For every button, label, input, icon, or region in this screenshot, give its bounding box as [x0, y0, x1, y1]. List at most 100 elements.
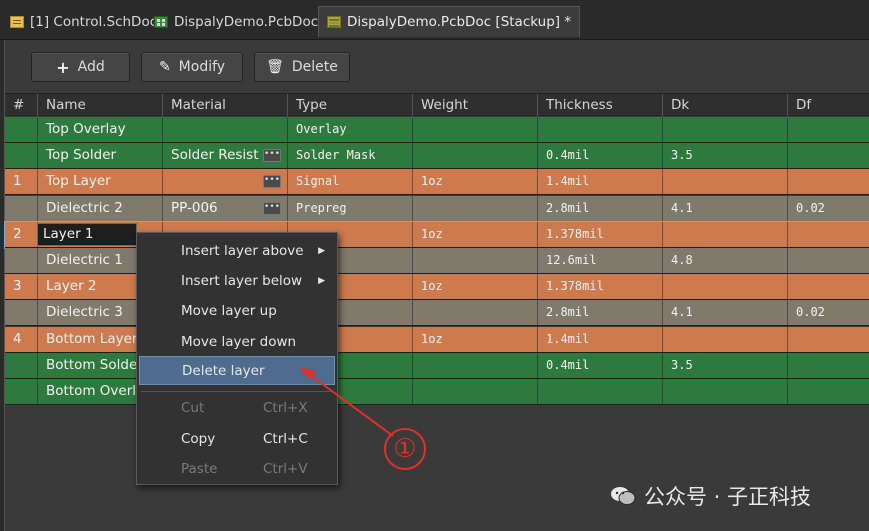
name-edit-field[interactable]: Layer 1 [37, 222, 137, 246]
cell-type[interactable]: Solder Mask [287, 143, 412, 169]
cell-dk[interactable] [662, 117, 787, 142]
cell-number[interactable] [5, 248, 37, 273]
cell-number[interactable] [5, 379, 37, 404]
column-header-number[interactable]: # [5, 94, 37, 117]
delete-button[interactable]: 🗑 Delete [254, 52, 350, 82]
cell-df[interactable] [787, 143, 869, 169]
cell-df[interactable] [787, 352, 869, 378]
cell-type[interactable]: Overlay [287, 117, 412, 142]
cell-dk[interactable] [662, 221, 787, 247]
cell-thickness[interactable]: 2.8mil [537, 195, 662, 221]
cell-number[interactable]: 3 [5, 274, 37, 299]
cell-dk[interactable]: 4.8 [662, 248, 787, 273]
table-row[interactable]: 4 Bottom Layer 1oz 1.4mil [5, 326, 869, 353]
cell-type[interactable]: Signal [287, 169, 412, 195]
menu-item-move-layer-up[interactable]: Move layer up [139, 297, 335, 326]
cell-thickness[interactable]: 2.8mil [537, 300, 662, 326]
cell-thickness[interactable]: 0.4mil [537, 352, 662, 378]
cell-df[interactable] [787, 221, 869, 247]
tab-pcbdoc[interactable]: DispalyDemo.PcbDoc * [146, 6, 337, 37]
cell-thickness[interactable]: 1.378mil [537, 221, 662, 247]
tab-pcbdoc-stackup[interactable]: DispalyDemo.PcbDoc [Stackup] * [318, 6, 581, 37]
table-row[interactable]: 2Layer 11oz1.378milLayer 1 [4, 220, 869, 249]
menu-item-insert-layer-below[interactable]: Insert layer below ▶ [139, 267, 335, 296]
column-header-material[interactable]: Material [162, 94, 287, 117]
cell-type[interactable]: Prepreg [287, 195, 412, 221]
cell-weight[interactable]: 1oz [412, 274, 537, 300]
cell-thickness[interactable]: 0.4mil [537, 143, 662, 169]
cell-number[interactable] [5, 143, 37, 168]
menu-item-copy[interactable]: Copy Ctrl+C [139, 425, 335, 454]
cell-df[interactable] [787, 274, 869, 300]
table-row[interactable]: Top Overlay Overlay [5, 117, 869, 143]
cell-df[interactable]: 0.02 [787, 300, 869, 326]
table-row[interactable]: Bottom SolderMask0.4mil3.5 [5, 352, 869, 379]
column-header-weight[interactable]: Weight [412, 94, 537, 117]
cell-df[interactable]: 0.02 [787, 195, 869, 221]
cell-name[interactable]: Top Solder [37, 143, 162, 169]
menu-item-cut[interactable]: Cut Ctrl+X [139, 394, 335, 423]
column-header-dk[interactable]: Dk [662, 94, 787, 117]
cell-number[interactable]: 1 [5, 169, 37, 194]
material-browse-button[interactable]: ••• [263, 175, 281, 189]
cell-dk[interactable]: 3.5 [662, 143, 787, 169]
table-row[interactable]: Dielectric 2 PP-006 ••• Prepreg 2.8mil 4.1 0.0… [5, 195, 869, 222]
cell-dk[interactable] [662, 169, 787, 195]
cell-weight[interactable] [412, 248, 537, 273]
add-button[interactable]: + Add [31, 52, 130, 82]
cell-number[interactable]: 4 [5, 327, 37, 352]
table-row[interactable]: 1 Top Layer ••• Signal 1oz 1.4mil [5, 169, 869, 196]
cell-thickness[interactable]: 12.6mil [537, 248, 662, 273]
column-header-name[interactable]: Name [37, 94, 162, 117]
cell-weight[interactable] [412, 117, 537, 142]
cell-df[interactable] [787, 326, 869, 352]
material-browse-button[interactable]: ••• [263, 201, 281, 215]
cell-material[interactable] [162, 117, 287, 142]
cell-weight[interactable] [412, 195, 537, 221]
cell-thickness[interactable]: 1.4mil [537, 169, 662, 195]
menu-item-move-layer-down[interactable]: Move layer down [139, 328, 335, 357]
cell-df[interactable] [787, 379, 869, 404]
cell-number[interactable]: 2 [5, 222, 37, 247]
table-row[interactable]: Bottom Overlay [5, 379, 869, 405]
modify-button[interactable]: ✎ Modify [141, 52, 243, 82]
cell-number[interactable] [5, 300, 37, 325]
cell-df[interactable] [787, 248, 869, 273]
cell-weight[interactable] [412, 300, 537, 326]
table-row[interactable]: 3 Layer 2 1oz 1.378mil [5, 274, 869, 301]
cell-weight[interactable]: 1oz [412, 169, 537, 195]
menu-item-delete-layer[interactable]: Delete layer [139, 356, 335, 385]
cell-name[interactable]: Top Overlay [37, 117, 162, 142]
cell-dk[interactable] [662, 274, 787, 300]
column-header-df[interactable]: Df [787, 94, 869, 117]
table-row[interactable]: Dielectric 1 12.6mil 4.8 [5, 248, 869, 274]
cell-dk[interactable] [662, 326, 787, 352]
cell-name[interactable]: Dielectric 2 [37, 195, 162, 221]
cell-thickness[interactable]: 1.378mil [537, 274, 662, 300]
column-header-thickness[interactable]: Thickness [537, 94, 662, 117]
cell-weight[interactable] [412, 352, 537, 378]
column-header-type[interactable]: Type [287, 94, 412, 117]
cell-thickness[interactable] [537, 379, 662, 404]
cell-dk[interactable]: 4.1 [662, 300, 787, 326]
cell-number[interactable] [5, 117, 37, 142]
cell-weight[interactable] [412, 379, 537, 404]
cell-dk[interactable] [662, 379, 787, 404]
table-row[interactable]: Top Solder Solder Resist ••• Solder Mask 0.4… [5, 143, 869, 170]
cell-thickness[interactable] [537, 117, 662, 142]
cell-number[interactable] [5, 353, 37, 378]
menu-item-insert-layer-above[interactable]: Insert layer above ▶ [139, 237, 335, 266]
menu-item-paste[interactable]: Paste Ctrl+V [139, 455, 335, 484]
cell-thickness[interactable]: 1.4mil [537, 326, 662, 352]
cell-weight[interactable]: 1oz [412, 221, 537, 247]
cell-number[interactable] [5, 196, 37, 221]
table-row[interactable]: Dielectric 3 2.8mil 4.1 0.02 [5, 300, 869, 327]
tab-control-schdoc[interactable]: [1] Control.SchDoc [2, 6, 165, 37]
cell-dk[interactable]: 3.5 [662, 352, 787, 378]
material-browse-button[interactable]: ••• [263, 149, 281, 163]
cell-weight[interactable] [412, 143, 537, 169]
cell-name[interactable]: Top Layer [37, 169, 162, 195]
cell-dk[interactable]: 4.1 [662, 195, 787, 221]
cell-df[interactable] [787, 117, 869, 142]
cell-df[interactable] [787, 169, 869, 195]
